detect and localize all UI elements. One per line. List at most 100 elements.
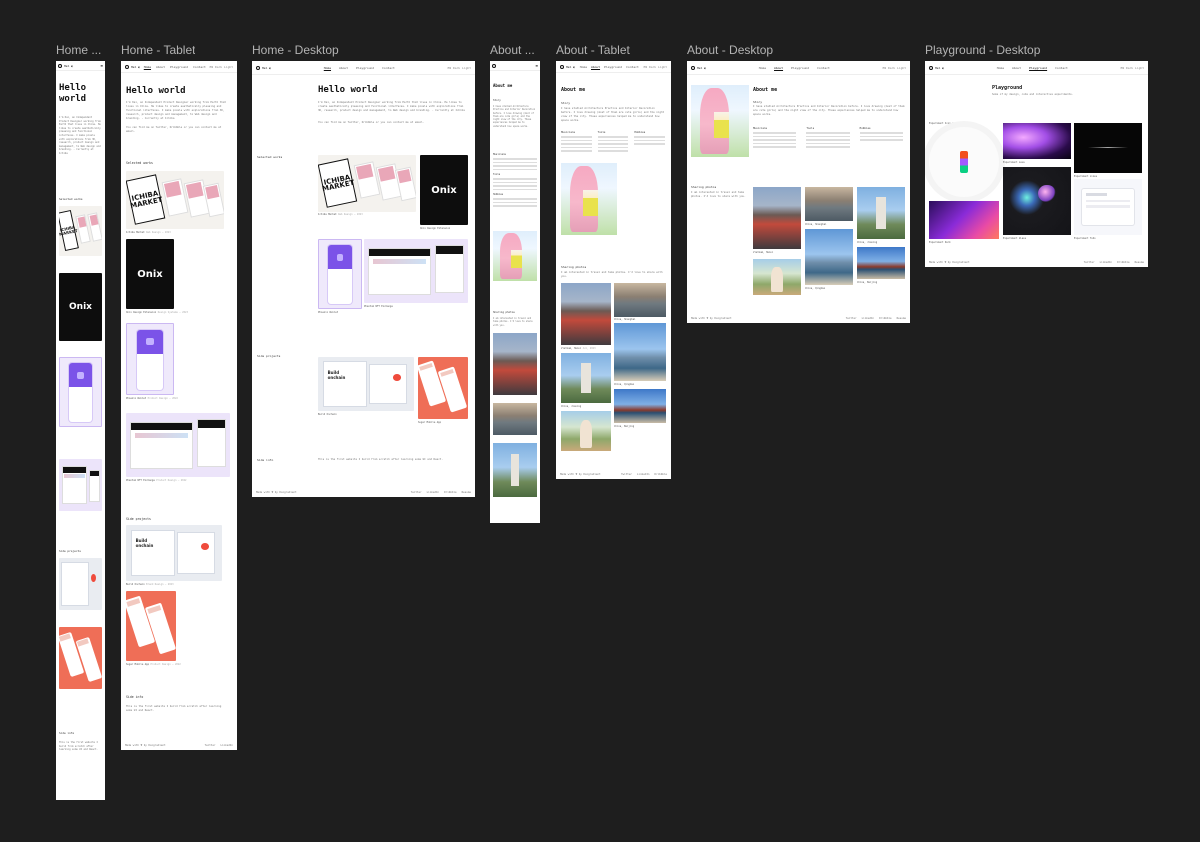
footer-link-twitter[interactable]: Twitter bbox=[411, 491, 422, 494]
photo-shanghai[interactable] bbox=[493, 403, 537, 435]
frame-about-mobile[interactable]: ≡ About me Story I have studied Architec… bbox=[490, 61, 540, 523]
frame-about-desktop[interactable]: Hel ◐ Home About Playground Contact EN D… bbox=[687, 61, 910, 323]
frame-about-tablet[interactable]: Hel ◐ Home About Playground Contact EN D… bbox=[556, 61, 671, 479]
site-logo[interactable] bbox=[492, 63, 496, 68]
footer-link-twitter[interactable]: Twitter bbox=[1084, 261, 1095, 264]
work-card-phantom[interactable] bbox=[59, 459, 102, 511]
experiment-lines[interactable] bbox=[1074, 123, 1142, 173]
photo-shanghai-2[interactable] bbox=[561, 411, 611, 451]
menu-icon[interactable]: ≡ bbox=[101, 63, 103, 68]
frame-label-playground-desktop[interactable]: Playground - Desktop bbox=[925, 43, 1040, 57]
menu-icon[interactable]: ≡ bbox=[536, 63, 538, 68]
frame-label-about-desktop[interactable]: About - Desktop bbox=[687, 43, 773, 57]
footer-link-linkedin[interactable]: LinkedIn bbox=[637, 473, 650, 476]
footer-link-twitter[interactable]: Twitter bbox=[205, 744, 216, 747]
footer-link-resume[interactable]: Resume bbox=[462, 491, 471, 494]
footer-link-linkedin[interactable]: LinkedIn bbox=[1100, 261, 1113, 264]
photo-shanghai[interactable] bbox=[614, 283, 666, 317]
photo-shanghai-2[interactable] bbox=[753, 259, 801, 295]
nav-about[interactable]: About bbox=[591, 65, 600, 69]
work-card-ichiba[interactable]: ICHIBA MARKET bbox=[318, 155, 416, 212]
photo-jiaxing[interactable] bbox=[857, 187, 905, 239]
photo-beijing[interactable] bbox=[614, 389, 666, 423]
frame-label-home-desktop[interactable]: Home - Desktop bbox=[252, 43, 339, 57]
project-card-build[interactable] bbox=[59, 558, 102, 610]
theme-switch[interactable]: EN Dark Light bbox=[644, 65, 667, 69]
nav-contact[interactable]: Contact bbox=[1055, 66, 1068, 70]
theme-switch[interactable]: EN Dark Light bbox=[210, 65, 233, 69]
nav-home[interactable]: Home bbox=[997, 66, 1004, 70]
photo-beijing[interactable] bbox=[857, 247, 905, 279]
footer-link-resume[interactable]: Resume bbox=[1135, 261, 1144, 264]
nav-about[interactable]: About bbox=[1012, 66, 1021, 70]
photo-hanoi[interactable] bbox=[753, 187, 801, 249]
work-card-phoenix[interactable] bbox=[318, 239, 362, 309]
work-card-onix[interactable]: Onix bbox=[59, 273, 102, 341]
photo-shanghai[interactable] bbox=[805, 187, 853, 221]
project-card-sugar[interactable] bbox=[126, 591, 176, 661]
nav-contact[interactable]: Contact bbox=[626, 65, 639, 69]
frame-home-desktop[interactable]: Hel ◐ Home About Playground Contact EN D… bbox=[252, 61, 475, 497]
frame-home-tablet[interactable]: Hel ◐ Home About Playground Contact EN D… bbox=[121, 61, 237, 750]
frame-label-about-mobile[interactable]: About ... bbox=[490, 43, 542, 57]
footer-link-dribbble[interactable]: Dribbble bbox=[879, 317, 892, 320]
project-card-sugar[interactable] bbox=[418, 357, 468, 419]
nav-playground[interactable]: Playground bbox=[1029, 66, 1047, 70]
frame-playground-desktop[interactable]: Hel ◐ Home About Playground Contact EN D… bbox=[925, 61, 1148, 267]
site-logo[interactable]: Hel ◐ bbox=[691, 65, 706, 70]
nav-playground[interactable]: Playground bbox=[170, 65, 188, 69]
nav-about[interactable]: About bbox=[774, 66, 783, 70]
experiment-glass[interactable] bbox=[1003, 167, 1071, 235]
photo-hanoi[interactable] bbox=[493, 333, 537, 395]
footer-link-linkedin[interactable]: LinkedIn bbox=[221, 744, 234, 747]
nav-about[interactable]: About bbox=[156, 65, 165, 69]
project-card-build[interactable]: Build onchain bbox=[126, 525, 222, 581]
nav-playground[interactable]: Playground bbox=[791, 66, 809, 70]
site-logo[interactable]: Hel ◐ bbox=[929, 65, 944, 70]
work-card-phoenix[interactable] bbox=[126, 323, 174, 395]
site-logo[interactable]: Hel ◐ bbox=[58, 63, 73, 68]
work-card-onix[interactable]: Onix bbox=[420, 155, 468, 225]
project-card-build[interactable]: Build onchain bbox=[318, 357, 414, 411]
theme-switch[interactable]: EN Dark Light bbox=[883, 66, 906, 70]
work-card-ichiba[interactable]: ICHIBA MARKET bbox=[126, 171, 224, 229]
footer-link-linkedin[interactable]: LinkedIn bbox=[427, 491, 440, 494]
footer-link-dribbble[interactable]: Dribbble bbox=[655, 473, 668, 476]
photo-hanoi[interactable] bbox=[561, 283, 611, 345]
nav-contact[interactable]: Contact bbox=[817, 66, 830, 70]
site-logo[interactable]: Hel ◐ bbox=[125, 64, 140, 69]
photo-jiaxing[interactable] bbox=[493, 443, 537, 497]
work-card-ichiba[interactable]: ICHIBA MARKET bbox=[59, 206, 102, 256]
work-card-onix[interactable]: Onix bbox=[126, 239, 174, 309]
nav-home[interactable]: Home bbox=[759, 66, 766, 70]
nav-contact[interactable]: Contact bbox=[193, 65, 206, 69]
photo-qingdao[interactable] bbox=[805, 229, 853, 285]
photo-qingdao[interactable] bbox=[614, 323, 666, 381]
theme-switch[interactable]: EN Dark Light bbox=[1121, 66, 1144, 70]
frame-label-home-tablet[interactable]: Home - Tablet bbox=[121, 43, 195, 57]
experiment-lava[interactable] bbox=[1003, 123, 1071, 159]
nav-about[interactable]: About bbox=[339, 66, 348, 70]
footer-link-resume[interactable]: Resume bbox=[897, 317, 906, 320]
nav-home[interactable]: Home bbox=[144, 65, 151, 69]
nav-playground[interactable]: Playground bbox=[356, 66, 374, 70]
site-logo[interactable]: Hel ◐ bbox=[256, 65, 271, 70]
frame-label-about-tablet[interactable]: About - Tablet bbox=[556, 43, 630, 57]
work-card-phantom[interactable] bbox=[126, 413, 230, 477]
nav-playground[interactable]: Playground bbox=[604, 65, 622, 69]
theme-switch[interactable]: EN Dark Light bbox=[448, 66, 471, 70]
nav-contact[interactable]: Contact bbox=[382, 66, 395, 70]
footer-link-dribbble[interactable]: Dribbble bbox=[444, 491, 457, 494]
footer-link-linkedin[interactable]: LinkedIn bbox=[862, 317, 875, 320]
footer-link-twitter[interactable]: Twitter bbox=[621, 473, 632, 476]
footer-link-twitter[interactable]: Twitter bbox=[846, 317, 857, 320]
frame-label-home-mobile[interactable]: Home ... bbox=[56, 43, 104, 57]
nav-home[interactable]: Home bbox=[324, 66, 331, 70]
project-card-sugar[interactable] bbox=[59, 627, 102, 689]
site-logo[interactable]: Hel ◐ bbox=[560, 64, 575, 69]
nav-home[interactable]: Home bbox=[580, 65, 587, 69]
experiment-todo[interactable] bbox=[1074, 179, 1142, 235]
work-card-phantom[interactable] bbox=[364, 239, 468, 303]
frame-home-mobile[interactable]: Hel ◐ ≡ Hello world I'm Kai, an Independ… bbox=[56, 61, 105, 800]
photo-jiaxing[interactable] bbox=[561, 353, 611, 403]
